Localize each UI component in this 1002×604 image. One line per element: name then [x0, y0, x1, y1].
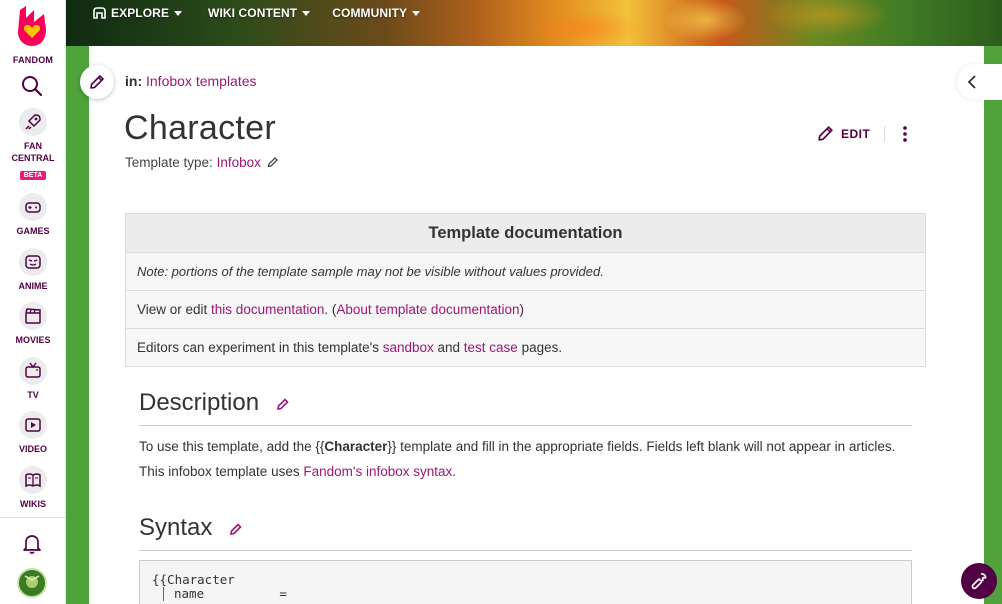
beta-badge: BETA	[19, 171, 47, 180]
global-navigation: FANDOM FAN CENTRAL BETA GAMES ANIME MOVI…	[0, 0, 66, 604]
nav-movies-label: MOVIES	[15, 335, 51, 345]
floating-edit-button[interactable]	[80, 65, 114, 99]
nav-fan-central[interactable]: FAN CENTRAL BETA	[0, 108, 66, 182]
play-icon	[19, 411, 47, 439]
user-avatar[interactable]	[17, 568, 47, 598]
pencil-icon[interactable]	[267, 156, 279, 168]
edit-label: EDIT	[841, 126, 871, 141]
chevron-down-icon	[174, 10, 183, 16]
doc-note: Note: portions of the template sample ma…	[126, 253, 925, 291]
doc-row-text: View or edit	[137, 302, 212, 317]
syntax-code-block[interactable]: {{Character name =	[139, 560, 912, 604]
gamepad-icon	[19, 193, 47, 221]
syntax-heading-text: Syntax	[139, 514, 213, 541]
tv-icon	[19, 357, 47, 385]
right-rail-toggle[interactable]	[957, 64, 1002, 100]
notifications-bell-icon[interactable]	[22, 533, 42, 555]
nav-fan-label-1: FAN	[24, 141, 42, 151]
description-divider	[139, 425, 912, 426]
fandom-logo-icon[interactable]	[14, 4, 50, 48]
action-separator	[884, 126, 885, 142]
template-name-bold: Character	[324, 439, 388, 454]
nav-tv-label: TV	[27, 390, 39, 400]
chevron-left-icon	[967, 75, 976, 89]
breadcrumb-link[interactable]: Infobox templates	[146, 73, 257, 89]
explore-icon	[93, 7, 106, 19]
clapperboard-icon	[19, 302, 47, 330]
sandbox-link[interactable]: sandbox	[383, 340, 434, 355]
nav-tv[interactable]: TV	[0, 357, 66, 401]
page-title: Character	[124, 109, 276, 147]
explore-menu[interactable]: EXPLORE	[88, 6, 183, 20]
template-type-link[interactable]: Infobox	[217, 155, 261, 170]
breadcrumb: in: Infobox templates	[125, 73, 257, 89]
doc-row-text: . (	[324, 302, 337, 317]
doc-row-text: and	[433, 340, 464, 355]
wiki-content-menu[interactable]: WIKI CONTENT	[208, 6, 311, 20]
chevron-down-icon	[412, 10, 421, 16]
nav-video[interactable]: VIDEO	[0, 411, 66, 455]
code-line: name =	[174, 586, 287, 601]
doc-row-text: )	[519, 302, 525, 317]
code-line: {{Character	[152, 572, 235, 587]
section-edit-pencil-icon[interactable]	[276, 397, 290, 411]
description-heading-text: Description	[139, 389, 260, 416]
syntax-divider	[139, 550, 912, 551]
description-text: To use this template, add the {{	[139, 439, 325, 454]
nav-central-label: CENTRAL	[11, 153, 55, 163]
tools-button[interactable]	[961, 563, 997, 599]
nav-anime[interactable]: ANIME	[0, 248, 66, 292]
test-case-link[interactable]: test case	[464, 340, 518, 355]
nav-wikis-label: WIKIS	[20, 499, 46, 509]
nav-video-label: VIDEO	[18, 444, 47, 454]
nav-movies[interactable]: MOVIES	[0, 302, 66, 346]
community-label: COMMUNITY	[332, 6, 408, 20]
book-icon	[19, 466, 47, 494]
search-icon[interactable]	[21, 75, 43, 97]
doc-row-text: pages.	[517, 340, 563, 355]
template-type-label: Template type:	[125, 155, 213, 170]
infobox-syntax-link[interactable]: Fandom's infobox syntax	[303, 464, 452, 479]
nav-wikis[interactable]: WIKIS	[0, 466, 66, 510]
doc-row-text: Editors can experiment in this template'…	[137, 340, 383, 355]
doc-view-edit-row: View or edit this documentation. (About …	[126, 291, 925, 329]
pencil-icon	[90, 75, 104, 89]
community-menu[interactable]: COMMUNITY	[332, 6, 421, 20]
nav-anime-label: ANIME	[18, 281, 48, 291]
wrench-icon	[971, 573, 987, 590]
description-text: .	[452, 464, 457, 479]
rocket-icon	[19, 108, 47, 136]
more-actions-icon[interactable]	[897, 124, 913, 144]
code-param-line: name =	[163, 587, 287, 601]
explore-label: EXPLORE	[111, 6, 170, 20]
chevron-down-icon	[302, 10, 311, 16]
description-heading: Description	[139, 389, 290, 417]
edit-button[interactable]: EDIT	[816, 124, 870, 143]
pencil-icon	[818, 126, 833, 141]
nav-games-label: GAMES	[16, 226, 50, 236]
doc-header: Template documentation	[126, 214, 925, 253]
doc-sandbox-row: Editors can experiment in this template'…	[126, 329, 925, 367]
fandom-logo-label[interactable]: FANDOM	[0, 55, 66, 65]
nav-games[interactable]: GAMES	[0, 193, 66, 237]
this-documentation-link[interactable]: this documentation	[211, 302, 324, 317]
template-documentation-box: Template documentation Note: portions of…	[125, 213, 926, 367]
wiki-content-label: WIKI CONTENT	[208, 6, 298, 20]
anime-face-icon	[19, 248, 47, 276]
about-template-doc-link[interactable]: About template documentation	[336, 302, 519, 317]
breadcrumb-prefix: in:	[125, 73, 143, 89]
template-type: Template type: Infobox	[125, 155, 279, 170]
description-paragraph: To use this template, add the {{Characte…	[139, 434, 919, 484]
nav-divider	[0, 517, 66, 518]
syntax-heading: Syntax	[139, 514, 243, 542]
community-top-nav: EXPLORE WIKI CONTENT COMMUNITY	[88, 6, 421, 20]
section-edit-pencil-icon[interactable]	[229, 522, 243, 536]
